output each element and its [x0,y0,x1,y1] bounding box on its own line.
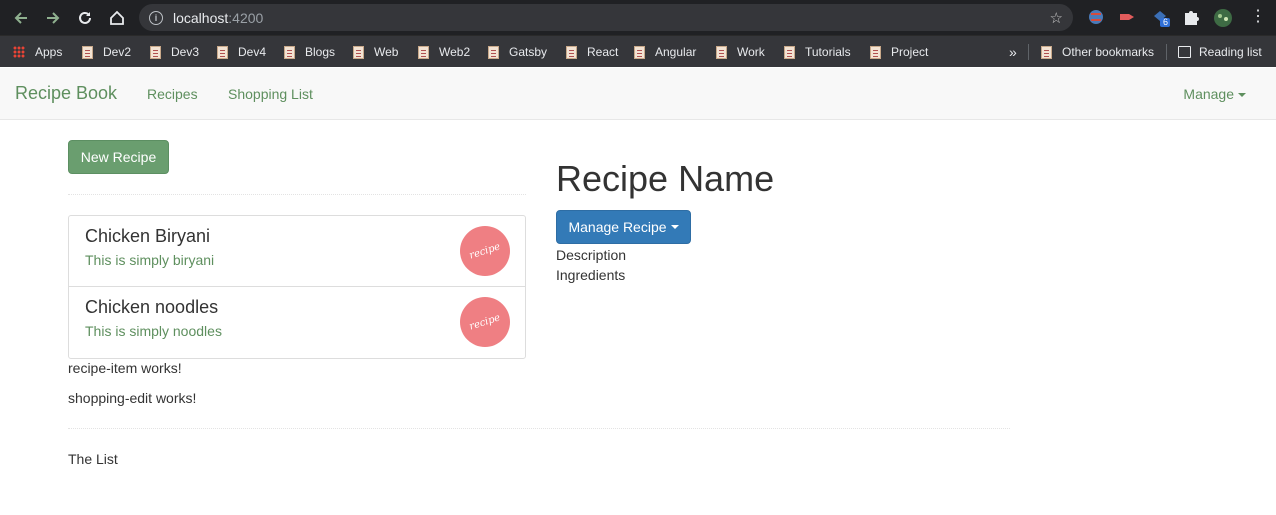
divider [68,428,1010,429]
address-bar[interactable]: i localhost:4200 ☆ [139,4,1073,31]
navbar-brand[interactable]: Recipe Book [15,83,117,104]
bookmark-gatsby[interactable]: Gatsby [488,36,547,68]
bookmark-web2[interactable]: Web2 [418,36,470,68]
bookmark-other[interactable]: Other bookmarks [1041,36,1154,68]
recipe-name: Chicken noodles [85,297,219,317]
bookmarks-separator [1028,44,1029,60]
url-host: localhost [173,9,229,26]
reload-icon[interactable] [74,7,96,29]
bookmark-star-icon[interactable]: ☆ [1050,9,1063,27]
recipe-ingredients-label: Ingredients [556,267,626,283]
extensions-puzzle-icon[interactable] [1182,8,1200,26]
bookmark-page-icon [418,45,429,59]
apps-grid-icon [13,46,25,58]
site-info-icon[interactable]: i [149,10,163,25]
nav-link-recipes[interactable]: Recipes [147,86,198,102]
bookmark-page-icon [284,45,295,59]
bookmark-page-icon [150,45,161,59]
caret-down-icon [1238,93,1246,98]
manage-recipe-button[interactable]: Manage Recipe [556,210,691,244]
reading-list-icon [1178,46,1191,58]
home-icon[interactable] [106,7,128,29]
profile-avatar-icon[interactable] [1213,8,1232,27]
bookmark-web[interactable]: Web [353,36,398,68]
recipe-item-works-text: recipe-item works! [68,360,182,376]
reading-list-button[interactable]: Reading list [1178,36,1262,68]
bookmark-page-icon [82,45,93,59]
extension-tag-icon[interactable] [1118,8,1136,26]
bookmark-page-icon [566,45,577,59]
recipe-thumbnail-text: recipe [468,311,502,333]
bookmarks-overflow-button[interactable]: » [1009,36,1017,68]
caret-down-icon [670,225,679,229]
extension-badge: 6 [1163,17,1169,27]
bookmark-blogs[interactable]: Blogs [284,36,335,68]
forward-arrow-icon[interactable] [42,7,64,29]
recipe-list-item[interactable]: Chicken Biryani This is simply biryani r… [69,216,525,287]
recipe-list-item[interactable]: Chicken noodles This is simply noodles r… [69,287,525,358]
recipe-description-label: Description [556,247,627,263]
bookmark-page-icon [870,45,881,59]
back-arrow-icon[interactable] [10,7,32,29]
bookmark-page-icon [634,45,645,59]
bookmark-dev4[interactable]: Dev4 [217,36,266,68]
extension-angular-icon[interactable]: 6 [1151,8,1170,27]
recipe-description: This is simply noodles [85,323,222,339]
recipe-thumbnail: recipe [460,226,510,276]
shopping-edit-works-text: shopping-edit works! [68,390,197,406]
bookmark-page-icon [488,45,499,59]
recipe-description: This is simply biryani [85,252,215,268]
new-recipe-button[interactable]: New Recipe [68,140,169,174]
bookmark-page-icon [217,45,228,59]
bookmark-react[interactable]: React [566,36,618,68]
bookmark-tutorials[interactable]: Tutorials [784,36,851,68]
recipe-name: Chicken Biryani [85,226,211,246]
url-port: :4200 [228,9,264,26]
bookmark-project[interactable]: Project [870,36,928,68]
bookmark-page-icon [1041,45,1052,59]
recipe-detail-title: Recipe Name [556,158,775,199]
nav-link-shopping-list[interactable]: Shopping List [228,86,313,102]
extension-globe-icon[interactable] [1087,8,1105,26]
bookmark-dev3[interactable]: Dev3 [150,36,199,68]
bookmarks-bar: Apps Dev2 Dev3 Dev4 Blogs Web Web2 Gatsb… [0,35,1276,67]
bookmark-angular[interactable]: Angular [634,36,696,68]
bookmark-page-icon [716,45,727,59]
manage-dropdown[interactable]: Manage [1183,86,1246,102]
recipe-thumbnail-text: recipe [468,240,502,262]
recipe-thumbnail: recipe [460,297,510,347]
bookmark-page-icon [353,45,364,59]
app-navbar: Recipe Book Recipes Shopping List Manage [0,68,1276,120]
the-list-text: The List [68,451,118,467]
recipe-list: Chicken Biryani This is simply biryani r… [68,215,526,359]
bookmark-work[interactable]: Work [716,36,765,68]
bookmark-apps[interactable]: Apps [13,36,62,68]
bookmarks-separator [1166,44,1167,60]
manage-dropdown-label: Manage [1183,86,1234,102]
divider [68,194,526,195]
manage-recipe-label: Manage Recipe [568,219,667,235]
bookmark-dev2[interactable]: Dev2 [82,36,131,68]
browser-toolbar: i localhost:4200 ☆ 6 ⋮ [0,0,1276,35]
bookmark-page-icon [784,45,795,59]
browser-menu-icon[interactable]: ⋮ [1249,8,1267,26]
